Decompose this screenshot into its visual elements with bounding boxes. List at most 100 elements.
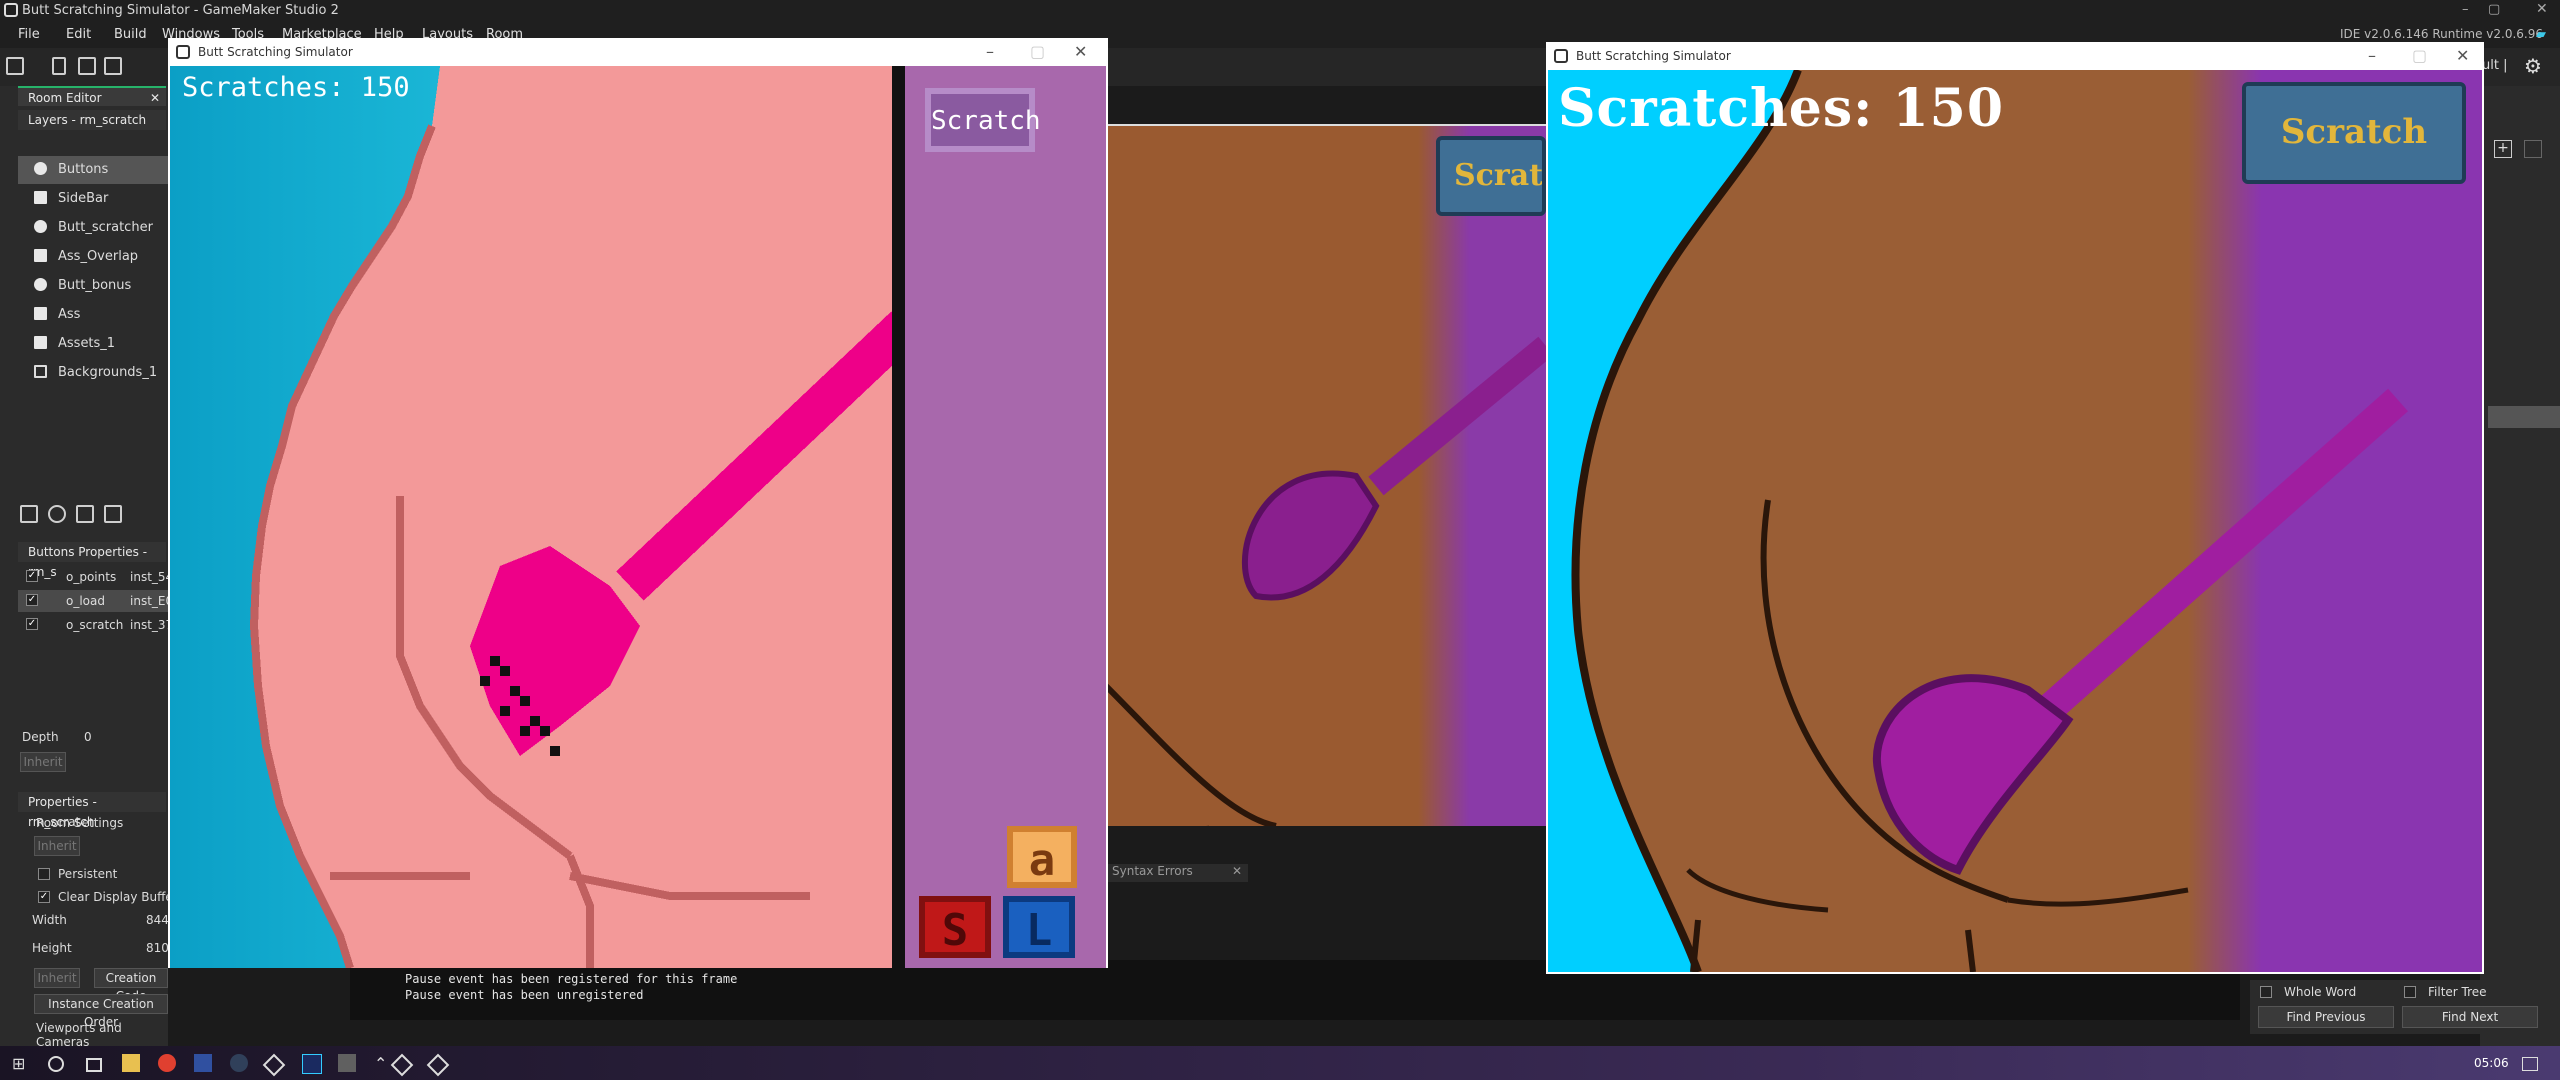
inherit-button[interactable]: Inherit <box>34 836 80 856</box>
maximize-icon[interactable]: ▢ <box>2412 46 2427 65</box>
find-previous-button[interactable]: Find Previous <box>2258 1006 2394 1028</box>
menu-build[interactable]: Build <box>114 27 147 42</box>
close-icon[interactable]: ✕ <box>2536 1 2548 17</box>
home-icon[interactable] <box>6 57 24 75</box>
game-sidebar-pixel: Scratch a S L <box>905 66 1106 968</box>
add-instance-layer-icon[interactable] <box>48 505 66 523</box>
layer-assets-1[interactable]: Assets_1 <box>18 330 168 358</box>
add-background-layer-icon[interactable] <box>20 505 38 523</box>
instance-id: inst_E0 <box>130 594 174 608</box>
minimize-icon[interactable]: – <box>2368 46 2376 65</box>
instance-creation-order-button[interactable]: Instance Creation Order <box>34 994 168 1029</box>
save-project-icon[interactable] <box>104 57 122 75</box>
new-project-icon[interactable] <box>52 57 66 75</box>
viewports-cameras-label[interactable]: Viewports and Cameras <box>36 1021 168 1049</box>
asset-layer-icon <box>34 191 47 204</box>
open-project-icon[interactable] <box>78 57 96 75</box>
whole-word-checkbox[interactable] <box>2260 986 2272 998</box>
layer-butt-bonus[interactable]: Butt_bonus <box>18 272 168 300</box>
pixel-butt-art <box>170 66 905 968</box>
maximize-icon[interactable]: ▢ <box>1030 42 1045 61</box>
instance-name: o_points <box>66 570 117 584</box>
room-settings-label[interactable]: Room Settings <box>36 816 123 830</box>
persistent-checkbox[interactable] <box>38 868 50 880</box>
add-icon[interactable]: + <box>2494 140 2512 158</box>
width-label: Width <box>32 913 67 927</box>
room-preview[interactable]: Scrat <box>1106 124 1546 826</box>
tab-close-icon[interactable]: ✕ <box>150 88 160 108</box>
room-editor-panel: Room Editor ✕ Layers - rm_scratch Button… <box>0 86 173 1049</box>
depth-value[interactable]: 0 <box>84 730 92 744</box>
layer-backgrounds-1[interactable]: Backgrounds_1 <box>18 359 168 387</box>
clear-display-checkbox[interactable]: ✓ <box>38 891 50 903</box>
chat-icon[interactable]: ▰ <box>2536 27 2546 42</box>
scratch-button[interactable]: Scratch <box>925 88 1041 152</box>
minimize-icon[interactable]: – <box>986 42 994 61</box>
find-next-button[interactable]: Find Next <box>2402 1006 2538 1028</box>
layer-ass-overlap[interactable]: Ass_Overlap <box>18 243 168 271</box>
clear-display-label: Clear Display Buffer <box>58 890 168 904</box>
app-icon[interactable] <box>338 1054 356 1072</box>
start-icon[interactable]: ⊞ <box>12 1054 30 1073</box>
layer-buttons[interactable]: Buttons <box>18 156 168 184</box>
width-value[interactable]: 844 <box>146 913 169 927</box>
inherit-button[interactable]: Inherit <box>34 968 80 988</box>
layer-ass[interactable]: Ass <box>18 301 168 329</box>
filter-tree-checkbox[interactable] <box>2404 986 2416 998</box>
app-icon[interactable]: ⌃ <box>374 1054 392 1073</box>
game-canvas-vector[interactable]: Scratches: 150 Scratch <box>1548 70 2482 972</box>
score-text: Scratches: 150 <box>1558 78 2004 139</box>
syntax-errors-tab[interactable]: Syntax Errors ✕ <box>1108 864 1248 882</box>
layer-butt-scratcher[interactable]: Butt_scratcher <box>18 214 168 242</box>
notifications-icon[interactable] <box>2522 1057 2538 1071</box>
gamemaker-icon[interactable] <box>262 1053 286 1077</box>
instance-visible-checkbox[interactable]: ✓ <box>26 594 38 606</box>
gamemaker-icon[interactable] <box>390 1053 414 1077</box>
chrome-icon[interactable] <box>158 1054 176 1072</box>
gamemaker-logo-icon <box>4 3 18 17</box>
layout-label[interactable]: ult | <box>2482 58 2507 73</box>
room-butt-art <box>1106 336 1546 826</box>
game-canvas-pixel[interactable]: Scratches: 150 Scratch a S L <box>170 66 1106 968</box>
height-label: Height <box>32 941 72 955</box>
instance-row[interactable]: ✓ o_scratch inst_37 <box>18 614 173 636</box>
height-value[interactable]: 810 <box>146 941 169 955</box>
save-button[interactable]: S <box>919 896 991 958</box>
layer-tools-row <box>18 502 168 526</box>
add-path-layer-icon[interactable] <box>104 505 122 523</box>
load-button[interactable]: L <box>1003 896 1075 958</box>
instance-visible-checkbox[interactable]: ✓ <box>26 618 38 630</box>
steam-icon[interactable] <box>230 1054 248 1072</box>
game-window-pixel-titlebar[interactable]: Butt Scratching Simulator – ▢ ✕ <box>168 38 1108 66</box>
instance-row[interactable]: ✓ o_points inst_54 <box>18 566 173 588</box>
settings-gear-icon[interactable]: ⚙ <box>2524 54 2542 78</box>
instance-visible-checkbox[interactable]: ✓ <box>26 570 38 582</box>
achievements-button[interactable]: a <box>1007 826 1077 888</box>
search-icon[interactable] <box>48 1056 64 1072</box>
properties-header: Properties - rm_scratch <box>18 792 166 829</box>
tab-close-icon[interactable]: ✕ <box>1232 864 1242 878</box>
menu-file[interactable]: File <box>18 27 40 42</box>
gamemaker-icon[interactable] <box>426 1053 450 1077</box>
app-icon[interactable] <box>194 1054 212 1072</box>
selected-resource-row[interactable] <box>2488 406 2560 428</box>
file-explorer-icon[interactable] <box>122 1054 140 1072</box>
add-tile-layer-icon[interactable] <box>76 505 94 523</box>
task-view-icon[interactable] <box>86 1058 102 1072</box>
close-icon[interactable]: ✕ <box>1074 42 1087 61</box>
creation-code-button[interactable]: Creation Code <box>94 968 168 1003</box>
photoshop-icon[interactable] <box>302 1054 322 1074</box>
room-editor-tab[interactable]: Room Editor ✕ <box>18 86 166 106</box>
clock[interactable]: 05:06 <box>2474 1056 2509 1070</box>
maximize-icon[interactable]: ▢ <box>2488 2 2500 17</box>
minimize-icon[interactable]: – <box>2462 2 2469 17</box>
menu-edit[interactable]: Edit <box>66 27 91 42</box>
scratch-button[interactable]: Scratch <box>2242 82 2466 184</box>
inherit-button[interactable]: Inherit <box>20 752 66 772</box>
instance-row[interactable]: ✓ o_load inst_E0 <box>18 590 173 612</box>
layer-sidebar[interactable]: SideBar <box>18 185 168 213</box>
delete-icon[interactable] <box>2524 140 2542 158</box>
close-icon[interactable]: ✕ <box>2456 46 2469 65</box>
divider-bar <box>892 66 905 968</box>
layers-header: Layers - rm_scratch <box>18 110 166 130</box>
